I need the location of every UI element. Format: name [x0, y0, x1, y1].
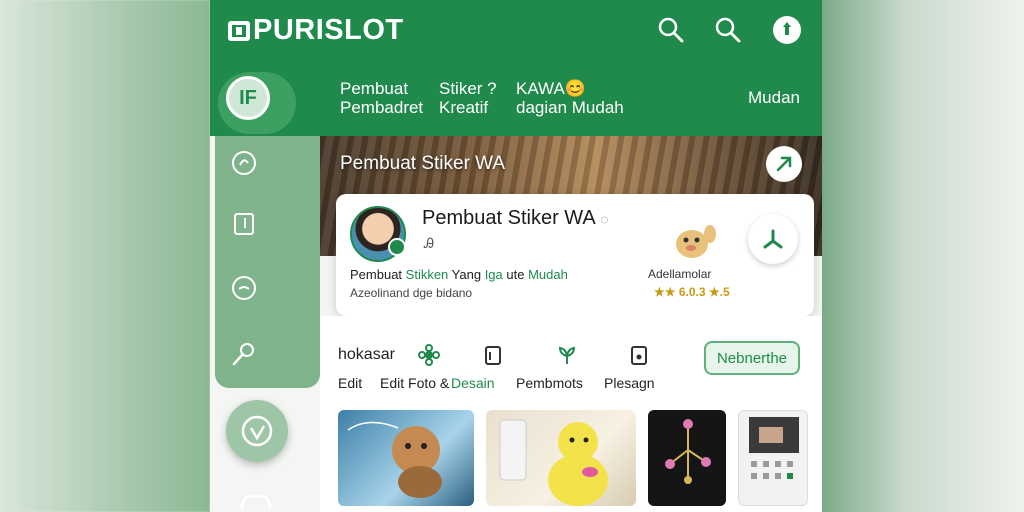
profile-avatar[interactable]: IF: [226, 76, 270, 120]
banner-title: Pembuat Stiker WA: [340, 153, 506, 174]
share-button[interactable]: [748, 214, 798, 264]
like-fab[interactable]: [226, 400, 288, 462]
sticker-gallery: [320, 398, 822, 512]
app-screen: PURISLOT IF Pembuat Pembadret Stiker ? K…: [210, 0, 822, 512]
tool-caption-pembmots[interactable]: Pembmots: [516, 375, 583, 391]
card-subdescription: Azeolinand dge bidano: [350, 286, 473, 300]
more-icon[interactable]: [238, 490, 274, 512]
duck-toy-image: [499, 419, 608, 506]
tool-caption-plesagn[interactable]: Plesagn: [604, 375, 655, 391]
card-sub-label: Ꭿ: [424, 235, 435, 251]
app-logo[interactable]: PURISLOT: [228, 14, 404, 47]
share-icon: [763, 229, 783, 249]
tools-heading: hokasar: [338, 346, 395, 363]
plush-toy-image: [347, 421, 442, 498]
app-logo-text: PURISLOT: [253, 14, 404, 46]
banner-open-button[interactable]: [766, 146, 802, 182]
sticker-thumbnail[interactable]: [338, 410, 474, 506]
mascot-name: Adellamolar: [648, 267, 712, 281]
flower-sticker-image: [665, 419, 711, 484]
nav-item-stiker[interactable]: Stiker ? Kreatif: [439, 79, 497, 117]
card-title: Pembuat Stiker WA ◌: [422, 207, 609, 229]
tool-caption-desain[interactable]: Desain: [451, 375, 495, 391]
plant-icon[interactable]: [556, 344, 578, 366]
card-description: Pembuat Stikken Yang Iga ute Mudah: [350, 267, 568, 282]
calendar-sticker-image: [749, 417, 799, 479]
key-icon[interactable]: [230, 340, 258, 368]
next-button[interactable]: Nebnerthe: [704, 341, 800, 375]
notification-icon[interactable]: [772, 15, 802, 45]
clock-icon[interactable]: [230, 274, 258, 302]
arrow-icon: [776, 156, 792, 172]
category-nav: IF Pembuat Pembadret Stiker ? Kreatif KA…: [210, 62, 822, 136]
sparkle-icon[interactable]: [230, 149, 258, 177]
sticker-thumbnail[interactable]: [648, 410, 726, 506]
flower-icon[interactable]: [418, 344, 440, 366]
verified-badge-icon: [388, 238, 406, 256]
sticker-thumbnail[interactable]: [738, 410, 808, 506]
nav-item-pembuat[interactable]: Pembuat Pembadret: [340, 79, 423, 117]
sticker-maker-card[interactable]: Pembuat Stiker WA ◌ Ꭿ Pembuat Stikken Ya…: [336, 194, 814, 316]
document-icon[interactable]: [482, 344, 504, 366]
like-icon: [241, 415, 273, 447]
rating-stars: ★★ 6.0.3 ★.5: [654, 285, 730, 299]
search-icon[interactable]: [656, 15, 686, 45]
nav-item-mudan[interactable]: Mudan: [748, 88, 800, 107]
background-right: [822, 0, 1024, 512]
search-icon[interactable]: [713, 15, 743, 45]
book-icon[interactable]: [230, 210, 258, 238]
sticker-thumbnail[interactable]: [486, 410, 636, 506]
save-icon[interactable]: [628, 344, 650, 366]
background-left: [0, 0, 210, 512]
tool-caption-edit[interactable]: Edit: [338, 375, 362, 391]
nav-item-kawa[interactable]: KAWA😊 dagian Mudah: [516, 79, 624, 117]
sidebar: [215, 136, 320, 388]
logo-mark-icon: [228, 20, 250, 41]
tool-caption-edit-foto[interactable]: Edit Foto &: [380, 375, 449, 391]
top-app-bar: PURISLOT: [210, 0, 822, 62]
mascot-sticker: [676, 225, 716, 258]
